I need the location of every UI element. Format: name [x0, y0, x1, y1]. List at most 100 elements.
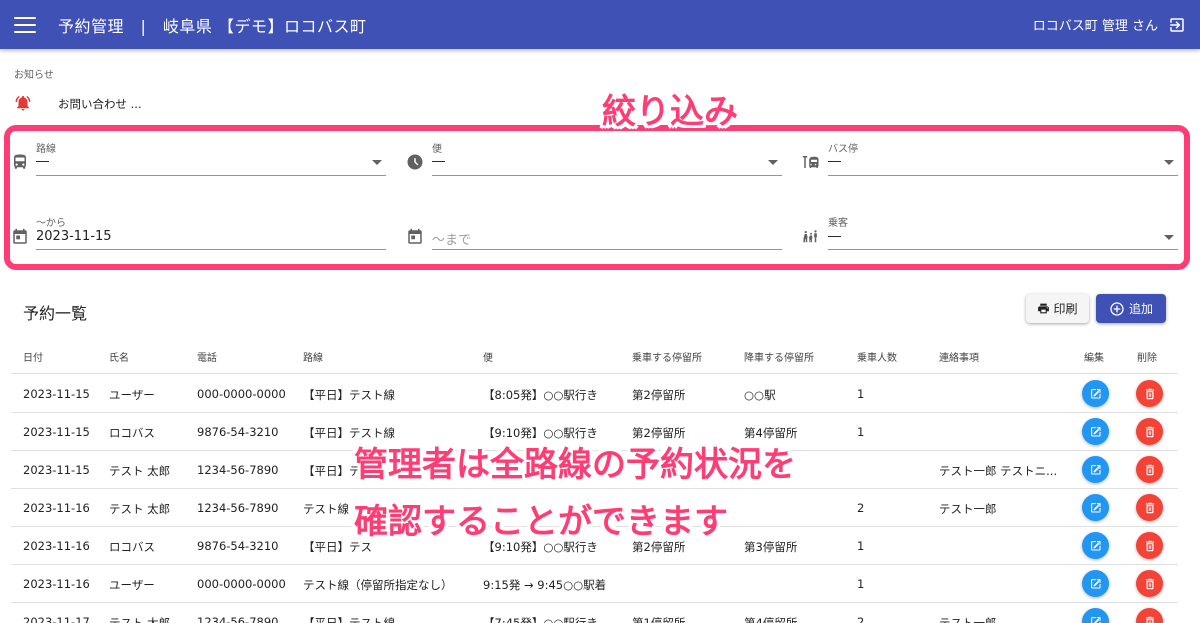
edit-icon [1090, 464, 1101, 475]
table-cell: 000-0000-0000 [197, 387, 286, 401]
table-cell: 000-0000-0000 [197, 577, 286, 591]
table-cell: 【8:05発】○○駅行き [483, 388, 598, 402]
edit-button[interactable] [1082, 418, 1109, 445]
print-button[interactable]: 印刷 [1026, 294, 1089, 323]
table-cell: テスト 太郎 [109, 464, 171, 478]
column-header: 氏名 [109, 353, 129, 364]
chevron-down-icon[interactable] [768, 160, 778, 165]
user-name: ロコバス町 管理 さん [1032, 19, 1158, 34]
delete-button[interactable] [1136, 570, 1163, 597]
trash-icon [1145, 502, 1154, 513]
table-cell: 【平日】テ [303, 464, 361, 478]
table-cell: 第1停留所 [632, 616, 686, 623]
table-cell: 第4停留所 [744, 616, 798, 623]
edit-button[interactable] [1082, 456, 1109, 483]
add-label: 追加 [1128, 302, 1153, 316]
table-cell: 1234-56-7890 [197, 615, 279, 623]
bus-stop-select[interactable]: バス停 ― [828, 140, 1178, 176]
table-cell: 1 [857, 425, 865, 439]
table-cell: 2023-11-15 [23, 425, 90, 439]
table-cell: テスト 太郎 [109, 502, 171, 516]
edit-button[interactable] [1082, 608, 1109, 623]
table-cell: テスト一郎 [939, 616, 997, 623]
delete-button[interactable] [1136, 456, 1163, 483]
delete-button[interactable] [1136, 494, 1163, 521]
print-label: 印刷 [1053, 302, 1078, 316]
add-button[interactable]: 追加 [1096, 294, 1166, 323]
chevron-down-icon[interactable] [1164, 235, 1174, 240]
trash-icon [1145, 464, 1154, 475]
table-cell: 第2停留所 [632, 388, 686, 402]
notice-text[interactable]: お問い合わせ ... [58, 96, 142, 112]
edit-icon [1090, 578, 1101, 589]
table-cell: 9:15発 → 9:45○○駅着 [483, 578, 607, 592]
route-label: 路線 [36, 144, 56, 155]
chevron-down-icon[interactable] [1164, 160, 1174, 165]
edit-button[interactable] [1082, 494, 1109, 521]
table-cell: 【平日】テスト線 [303, 388, 395, 402]
list-title: 予約一覧 [23, 304, 88, 323]
route-value: ― [36, 154, 49, 169]
trash-icon [1145, 426, 1154, 437]
delete-button[interactable] [1136, 608, 1163, 623]
column-header: 日付 [23, 353, 43, 364]
edit-button[interactable] [1082, 380, 1109, 407]
table-cell: 【平日】テスト線 [303, 616, 395, 623]
date-from-field[interactable]: ～から 2023-11-15 [36, 214, 386, 250]
app-bar: 予約管理 | 岐阜県 【デモ】ロコバス町 ロコバス町 管理 さん [0, 0, 1200, 49]
printer-icon [1038, 303, 1050, 314]
menu-icon[interactable] [14, 16, 36, 33]
bell-ring-icon [15, 95, 31, 111]
column-header: 乗車人数 [857, 353, 897, 364]
chevron-down-icon[interactable] [372, 160, 382, 165]
user-area: ロコバス町 管理 さん [1033, 0, 1186, 49]
column-header: 電話 [197, 353, 217, 364]
table-cell: 第3停留所 [744, 540, 798, 554]
edit-icon [1090, 426, 1101, 437]
table-cell: ○○駅 [744, 388, 776, 402]
table-cell: 2023-11-16 [23, 501, 90, 515]
trip-select[interactable]: 便 ― [432, 140, 782, 176]
table-cell: 1 [857, 577, 865, 591]
table-cell: ユーザー [109, 578, 155, 592]
edit-button[interactable] [1082, 570, 1109, 597]
date-to-field[interactable]: ～まで [432, 214, 782, 250]
add-circle-icon [1110, 301, 1124, 316]
logout-icon[interactable] [1168, 16, 1186, 34]
notice-label: お知らせ [14, 70, 54, 81]
column-header: 乗車する停留所 [632, 353, 702, 364]
passenger-select[interactable]: 乗客 ― [828, 214, 1178, 250]
column-header: 編集 [1084, 353, 1104, 364]
bus-stop-icon [802, 156, 819, 168]
table-cell: テスト一郎 テストニ... [939, 464, 1058, 478]
admin-callout-line2: 確認することができます [354, 502, 728, 542]
filter-callout: 絞り込み [602, 92, 738, 132]
bus-stop-value: ― [828, 154, 841, 169]
table-cell: ユーザー [109, 388, 155, 402]
route-select[interactable]: 路線 ― [36, 140, 386, 176]
delete-button[interactable] [1136, 418, 1163, 445]
column-header: 削除 [1137, 353, 1157, 364]
table-row: 2023-11-16 ユーザー 000-0000-0000 テスト線（停留所指定なし）… [11, 565, 1178, 603]
date-from-label: ～から [36, 218, 66, 229]
table-cell: ロコバス [109, 540, 155, 554]
table-cell: 2023-11-16 [23, 577, 90, 591]
date-to-placeholder: ～まで [432, 233, 472, 248]
date-from-value: 2023-11-15 [36, 229, 112, 244]
delete-button[interactable] [1136, 380, 1163, 407]
column-header: 降車する停留所 [744, 353, 814, 364]
table-cell: 1 [857, 539, 865, 553]
edit-button[interactable] [1082, 532, 1109, 559]
delete-button[interactable] [1136, 532, 1163, 559]
column-header: 路線 [303, 353, 323, 364]
edit-icon [1090, 502, 1101, 513]
table-cell: 2023-11-16 [23, 539, 90, 553]
table-cell: テスト一郎 [939, 502, 997, 516]
table-cell: テスト 太郎 [109, 616, 171, 623]
table-cell: 1234-56-7890 [197, 501, 279, 515]
table-cell: テスト線（停留所指定なし） [303, 578, 453, 592]
column-header: 便 [483, 353, 493, 364]
bus-icon [14, 154, 26, 169]
table-row: 2023-11-15 ユーザー 000-0000-0000 【平日】テスト線 【8:05… [11, 375, 1178, 413]
table-cell: 2023-11-15 [23, 387, 90, 401]
